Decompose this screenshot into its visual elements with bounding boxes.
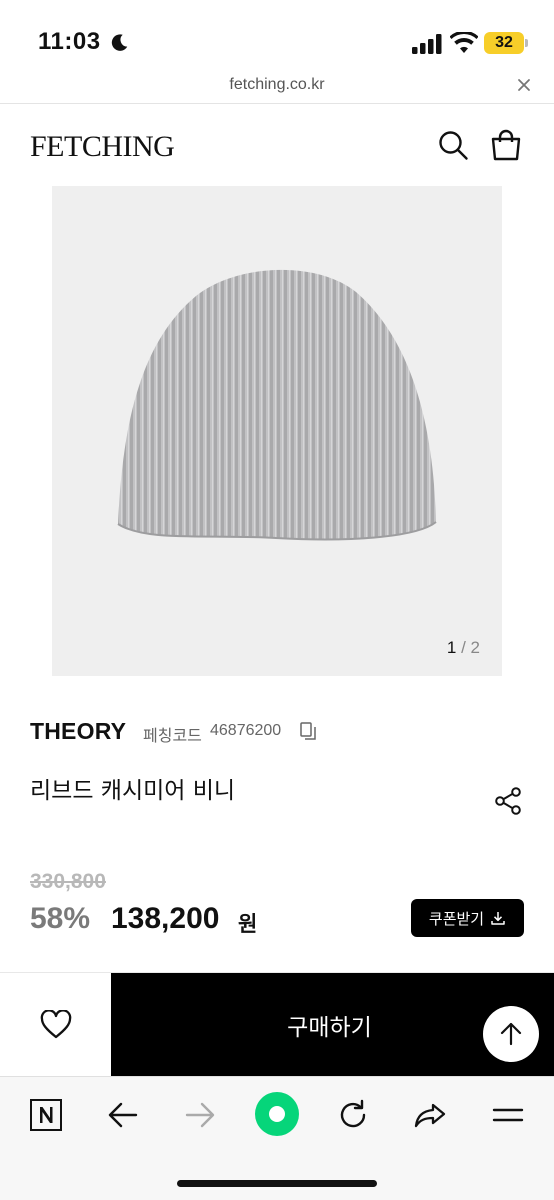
- refresh-icon: [340, 1099, 366, 1128]
- product-name: 리브드 캐시미어 비니: [30, 778, 236, 804]
- product-image-gallery[interactable]: 1 / 2: [52, 186, 502, 676]
- menu-icon: [492, 1108, 524, 1122]
- sale-price: 138,200: [111, 902, 220, 935]
- image-counter-separator: /: [461, 638, 466, 657]
- original-price: 330,800: [30, 870, 106, 893]
- signal-icon: [412, 34, 442, 54]
- image-counter: 1 / 2: [447, 638, 480, 658]
- naver-n-icon: [30, 1099, 62, 1131]
- share-arrow-icon: [414, 1103, 446, 1128]
- refresh-button[interactable]: [333, 1095, 373, 1135]
- battery-cap: [525, 39, 528, 47]
- coupon-download-button[interactable]: 쿠폰받기: [411, 899, 524, 937]
- image-counter-total: 2: [470, 638, 480, 657]
- wifi-icon: [450, 32, 478, 53]
- moon-icon: [111, 34, 128, 51]
- purchase-bar: 구매하기: [0, 972, 554, 1077]
- back-arrow-icon: [108, 1102, 138, 1128]
- naver-home-button[interactable]: [26, 1095, 66, 1135]
- close-icon[interactable]: [516, 77, 532, 93]
- coupon-button-label: 쿠폰받기: [428, 909, 485, 928]
- product-brand[interactable]: THEORY: [30, 718, 126, 745]
- bag-icon[interactable]: [489, 128, 523, 162]
- forward-button[interactable]: [180, 1095, 220, 1135]
- product-code-label: 페칭코드: [143, 726, 202, 745]
- green-circle-icon: [269, 1106, 285, 1122]
- url-text[interactable]: fetching.co.kr: [0, 76, 554, 94]
- arrow-up-icon: [500, 1022, 522, 1046]
- product-code: 46876200: [210, 722, 282, 739]
- back-button[interactable]: [103, 1095, 143, 1135]
- copy-icon[interactable]: [298, 721, 318, 741]
- share-page-button[interactable]: [410, 1095, 450, 1135]
- scroll-to-top-button[interactable]: [483, 1006, 539, 1062]
- home-indicator[interactable]: [177, 1180, 377, 1187]
- browser-url-bar[interactable]: fetching.co.kr: [0, 72, 554, 104]
- menu-button[interactable]: [488, 1095, 528, 1135]
- price-currency: 원: [238, 912, 258, 936]
- share-icon[interactable]: [494, 786, 524, 816]
- image-counter-current: 1: [446, 638, 457, 657]
- forward-arrow-icon: [185, 1102, 215, 1128]
- site-header: FETCHING: [0, 104, 554, 186]
- heart-icon: [40, 1010, 71, 1039]
- status-bar: 11:03 32: [0, 0, 554, 72]
- status-time: 11:03: [38, 28, 101, 55]
- battery-indicator: 32: [484, 32, 524, 54]
- green-circle-button[interactable]: [255, 1092, 299, 1136]
- wishlist-button[interactable]: [0, 973, 111, 1077]
- discount-rate: 58%: [30, 902, 91, 935]
- product-image: [117, 269, 437, 541]
- download-icon: [491, 912, 505, 925]
- site-logo[interactable]: FETCHING: [30, 130, 175, 164]
- search-icon[interactable]: [436, 128, 470, 162]
